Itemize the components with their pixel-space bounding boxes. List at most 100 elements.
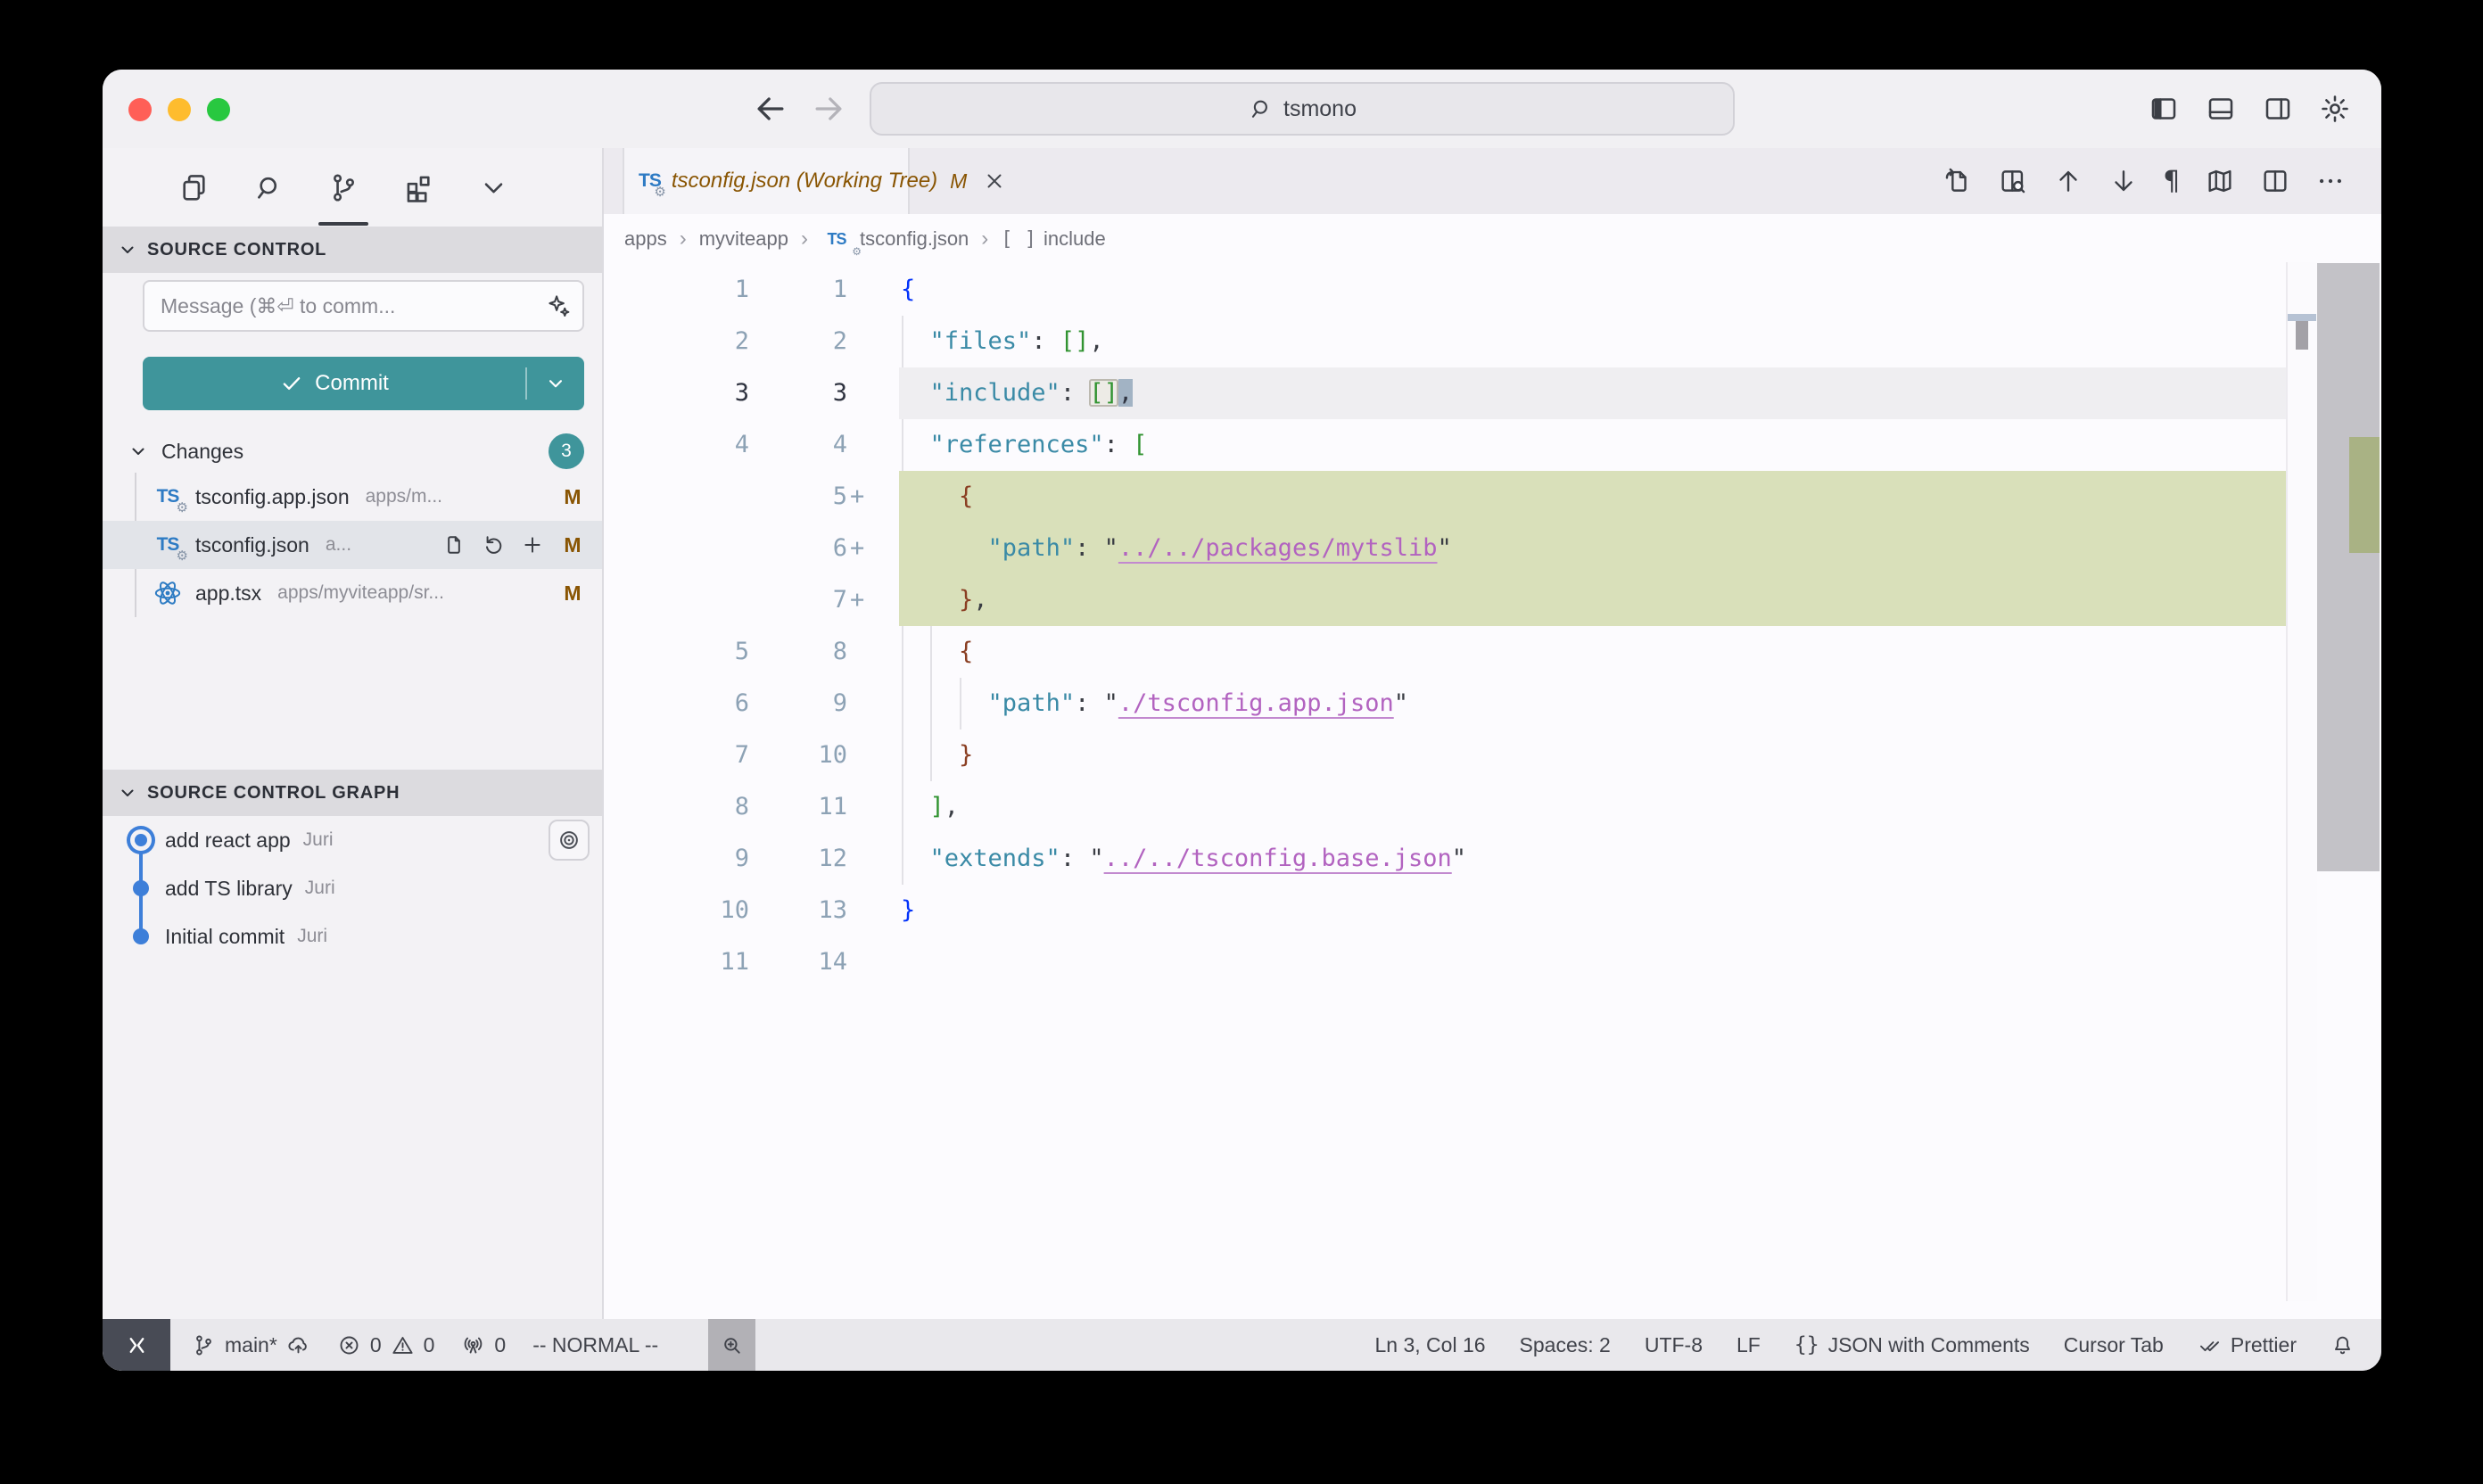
tab-label: tsconfig.json (Working Tree) <box>672 169 937 194</box>
activity-item-chevron-down-icon[interactable] <box>472 149 515 226</box>
encoding[interactable]: UTF-8 <box>1645 1319 1703 1371</box>
change-item-app.tsx[interactable]: app.tsxapps/myviteapp/sr...M <box>103 569 602 617</box>
remote-indicator[interactable] <box>103 1319 170 1371</box>
layout-panel-icon[interactable] <box>2205 93 2237 125</box>
modified-line-number: 4 <box>749 419 847 471</box>
tab-tsconfig-working-tree[interactable]: TS⚙ tsconfig.json (Working Tree) M <box>623 148 910 214</box>
screen: tsmono SOURCE CONTROL <box>0 0 2483 1484</box>
code-text: { <box>901 471 973 523</box>
code-text: "files": [], <box>901 316 1104 367</box>
code-text: "path": "../../packages/mytslib" <box>901 523 1452 574</box>
code-text: { <box>901 264 915 316</box>
code-line[interactable]: 5+ { <box>604 471 2381 523</box>
notifications[interactable] <box>2330 1319 2355 1371</box>
code-editor[interactable]: 11{22 "files": [],33 "include": [],44 "r… <box>604 264 2381 1319</box>
command-center-search[interactable]: tsmono <box>870 82 1735 136</box>
source-control-section-header[interactable]: SOURCE CONTROL <box>103 227 602 273</box>
breadcrumb-item[interactable]: [ ]include <box>1001 227 1105 251</box>
branch-status[interactable]: main* <box>192 1319 310 1371</box>
activity-item-source-control-icon[interactable] <box>322 149 365 226</box>
diff-added-sign: + <box>850 471 864 523</box>
activity-item-extensions-icon[interactable] <box>397 149 440 226</box>
activity-item-search-icon[interactable] <box>247 149 290 226</box>
broadcast-icon <box>461 1333 485 1357</box>
inline-view-icon[interactable] <box>1998 166 2028 196</box>
close-traffic-light[interactable] <box>128 98 152 121</box>
discard-icon[interactable] <box>481 532 506 557</box>
pilcrow-icon[interactable]: ¶ <box>2164 166 2180 197</box>
minimap[interactable] <box>2286 262 2317 1301</box>
scrollbar-thumb[interactable] <box>2317 263 2380 871</box>
original-line-number: 2 <box>604 316 749 367</box>
code-line[interactable]: 58 { <box>604 626 2381 678</box>
stage-icon[interactable] <box>520 532 545 557</box>
gear-icon[interactable] <box>2319 93 2351 125</box>
layout-sidebar-right-icon[interactable] <box>2262 93 2294 125</box>
minimize-traffic-light[interactable] <box>168 98 191 121</box>
modified-line-number: 2 <box>749 316 847 367</box>
explorer-icon <box>177 171 210 204</box>
forward-arrow-icon[interactable] <box>809 89 848 128</box>
indentation[interactable]: Spaces: 2 <box>1520 1319 1611 1371</box>
commit-row[interactable]: add react appJuri <box>103 816 602 864</box>
code-text: }, <box>901 574 988 626</box>
formatter[interactable]: Prettier <box>2198 1319 2297 1371</box>
code-line[interactable]: 710 } <box>604 730 2381 781</box>
code-line[interactable]: 11{ <box>604 264 2381 316</box>
target-icon[interactable] <box>549 820 590 861</box>
ts-file-icon: TS⚙ <box>153 530 183 560</box>
arrow-up-icon[interactable] <box>2053 166 2083 196</box>
breadcrumb-item[interactable]: apps <box>624 227 667 251</box>
problems-status[interactable]: 00 <box>337 1319 435 1371</box>
modified-line-number: 11 <box>749 781 847 833</box>
back-arrow-icon[interactable] <box>751 89 790 128</box>
commit-message-input[interactable] <box>144 294 545 318</box>
change-item-tsconfig.app.json[interactable]: TS⚙tsconfig.app.jsonapps/m...M <box>103 473 602 521</box>
ellipsis-icon[interactable] <box>2315 166 2346 196</box>
arrow-down-icon[interactable] <box>2108 166 2139 196</box>
layout-sidebar-left-icon[interactable] <box>2148 93 2180 125</box>
bell-icon <box>2330 1333 2355 1357</box>
breadcrumb-item[interactable]: TS⚙tsconfig.json <box>821 224 969 254</box>
language-mode[interactable]: {}JSON with Comments <box>1794 1319 2030 1371</box>
commit-row[interactable]: add TS libraryJuri <box>103 864 602 912</box>
code-line[interactable]: 811 ], <box>604 781 2381 833</box>
commit-button[interactable]: Commit <box>143 357 584 410</box>
change-item-tsconfig.json[interactable]: TS⚙tsconfig.jsona...M <box>103 521 602 569</box>
eol[interactable]: LF <box>1736 1319 1761 1371</box>
commit-row[interactable]: Initial commitJuri <box>103 912 602 960</box>
error-icon <box>337 1333 361 1357</box>
layout-controls <box>2148 84 2351 134</box>
code-line[interactable]: 6+ "path": "../../packages/mytslib" <box>604 523 2381 574</box>
code-line[interactable]: 1114 <box>604 936 2381 988</box>
code-line[interactable]: 7+ }, <box>604 574 2381 626</box>
cursor-position[interactable]: Ln 3, Col 16 <box>1375 1319 1486 1371</box>
changes-header[interactable]: Changes 3 <box>103 430 602 473</box>
sparkle-icon[interactable] <box>545 293 572 319</box>
open-file-icon[interactable] <box>441 532 466 557</box>
zoom-indicator[interactable] <box>708 1319 755 1371</box>
commit-dropdown-button[interactable] <box>527 372 584 395</box>
open-changes-icon[interactable] <box>1943 166 1973 196</box>
modified-line-number: 10 <box>749 730 847 781</box>
split-editor-icon[interactable] <box>2260 166 2290 196</box>
cursor-tab[interactable]: Cursor Tab <box>2064 1319 2164 1371</box>
code-line[interactable]: 22 "files": [], <box>604 316 2381 367</box>
map-icon[interactable] <box>2205 166 2235 196</box>
close-icon[interactable] <box>983 169 1006 193</box>
code-line[interactable]: 33 "include": [], <box>604 367 2381 419</box>
vim-mode[interactable]: -- NORMAL -- <box>532 1319 658 1371</box>
chevron-down-icon <box>477 171 510 204</box>
code-line[interactable]: 912 "extends": "../../tsconfig.base.json… <box>604 833 2381 885</box>
breadcrumb-item[interactable]: myviteapp <box>699 227 788 251</box>
ports-status[interactable]: 0 <box>461 1319 506 1371</box>
activity-item-explorer-icon[interactable] <box>172 149 215 226</box>
code-line[interactable]: 69 "path": "./tsconfig.app.json" <box>604 678 2381 730</box>
code-line[interactable]: 1013} <box>604 885 2381 936</box>
document-link: ../../packages/mytslib <box>1118 534 1438 562</box>
code-line[interactable]: 44 "references": [ <box>604 419 2381 471</box>
zoom-traffic-light[interactable] <box>207 98 230 121</box>
editor-actions: ¶ <box>1943 148 2346 214</box>
code-text: { <box>901 626 973 678</box>
source-control-graph-header[interactable]: SOURCE CONTROL GRAPH <box>103 770 602 816</box>
